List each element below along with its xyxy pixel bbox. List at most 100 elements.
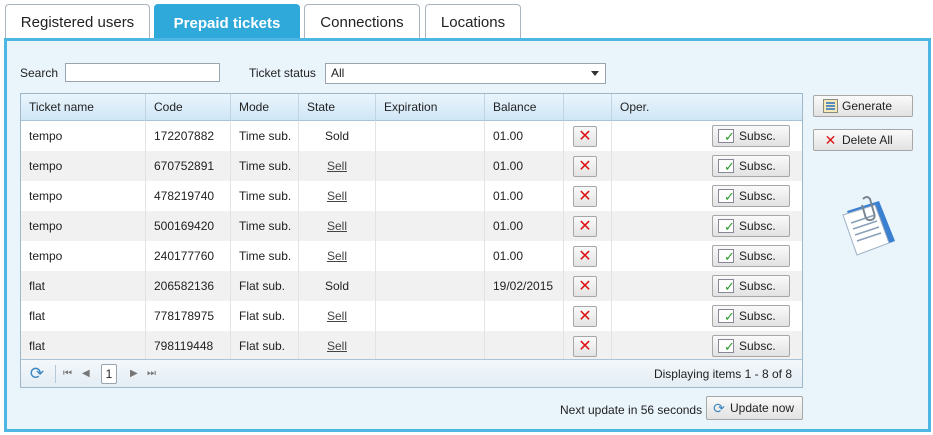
cell-expiration	[376, 301, 485, 331]
cell-balance: 01.00	[485, 211, 564, 241]
cell-name: tempo	[21, 121, 146, 151]
subscribe-label: Subsc.	[739, 219, 776, 233]
cell-mode: Time sub.	[231, 241, 299, 271]
ticket-status-label: Ticket status	[249, 66, 316, 80]
subscribe-button[interactable]: Subsc.	[712, 305, 790, 327]
sell-link[interactable]: Sell	[327, 309, 347, 323]
ticket-status-select[interactable]: All	[325, 63, 606, 84]
cell-code: 670752891	[146, 151, 231, 181]
delete-ticket-button[interactable]: ✕	[573, 186, 597, 207]
subscribe-label: Subsc.	[739, 159, 776, 173]
subscribe-button[interactable]: Subsc.	[712, 185, 790, 207]
sell-link[interactable]: Sell	[327, 249, 347, 263]
table-row: flat206582136Flat sub.Sold 19/02/2015 ✕ Sub…	[21, 271, 802, 301]
tab-locations[interactable]: Locations	[425, 4, 521, 40]
cell-code: 778178975	[146, 301, 231, 331]
cell-code: 478219740	[146, 181, 231, 211]
cell-oper: Subsc.	[612, 271, 804, 301]
subscribe-button[interactable]: Subsc.	[712, 275, 790, 297]
table-row: tempo240177760Time sub. Sell 01.00 ✕ Subsc.	[21, 241, 802, 271]
cell-state: Sold	[299, 121, 376, 151]
generate-ticket-icon	[823, 99, 838, 113]
cell-mode: Time sub.	[231, 151, 299, 181]
subscribe-check-icon	[718, 307, 735, 327]
table-row: tempo172207882Time sub.Sold 01.00 ✕ Subsc.	[21, 121, 802, 151]
column-header-code[interactable]: Code	[146, 94, 231, 121]
cell-oper: Subsc.	[612, 151, 804, 181]
chevron-down-icon	[591, 71, 599, 76]
first-page-icon[interactable]: ⏮	[63, 366, 72, 382]
delete-x-icon: ✕	[578, 127, 592, 145]
tab-registered-users[interactable]: Registered users	[5, 4, 150, 40]
column-header-ticket-name[interactable]: Ticket name	[21, 94, 146, 121]
column-header-expiration[interactable]: Expiration	[376, 94, 485, 121]
generate-button[interactable]: Generate	[813, 95, 913, 117]
subscribe-button[interactable]: Subsc.	[712, 125, 790, 147]
sell-link[interactable]: Sell	[327, 189, 347, 203]
delete-ticket-button[interactable]: ✕	[573, 336, 597, 357]
delete-ticket-button[interactable]: ✕	[573, 216, 597, 237]
column-header-mode[interactable]: Mode	[231, 94, 299, 121]
cell-delete: ✕	[564, 181, 612, 211]
cell-oper: Subsc.	[612, 331, 804, 361]
cell-name: tempo	[21, 211, 146, 241]
update-now-button[interactable]: ⟳ Update now	[706, 396, 803, 420]
sell-link[interactable]: Sell	[327, 339, 347, 353]
cell-expiration	[376, 151, 485, 181]
tab-prepaid-tickets[interactable]: Prepaid tickets	[154, 4, 300, 41]
subscribe-button[interactable]: Subsc.	[712, 335, 790, 357]
delete-ticket-button[interactable]: ✕	[573, 306, 597, 327]
table-row: tempo478219740Time sub. Sell 01.00 ✕ Subsc.	[21, 181, 802, 211]
cell-expiration	[376, 241, 485, 271]
last-page-icon[interactable]: ⏭	[147, 366, 156, 382]
cell-balance: 01.00	[485, 181, 564, 211]
delete-ticket-button[interactable]: ✕	[573, 276, 597, 297]
delete-all-button[interactable]: ✕ Delete All	[813, 129, 913, 151]
cell-code: 240177760	[146, 241, 231, 271]
cell-expiration	[376, 181, 485, 211]
cell-mode: Time sub.	[231, 211, 299, 241]
subscribe-label: Subsc.	[739, 279, 776, 293]
column-header-state[interactable]: State	[299, 94, 376, 121]
delete-x-icon: ✕	[824, 132, 837, 148]
delete-x-icon: ✕	[578, 247, 592, 265]
cell-state: Sold	[299, 271, 376, 301]
cell-state: Sell	[299, 181, 376, 211]
cell-delete: ✕	[564, 241, 612, 271]
sell-link[interactable]: Sell	[327, 219, 347, 233]
cell-balance	[485, 331, 564, 361]
page-number-input[interactable]: 1	[101, 364, 117, 384]
delete-ticket-button[interactable]: ✕	[573, 246, 597, 267]
delete-ticket-button[interactable]: ✕	[573, 156, 597, 177]
delete-x-icon: ✕	[578, 157, 592, 175]
subscribe-label: Subsc.	[739, 249, 776, 263]
prev-page-icon[interactable]: ◀	[82, 366, 90, 382]
cell-oper: Subsc.	[612, 121, 804, 151]
column-header-balance[interactable]: Balance	[485, 94, 564, 121]
cell-state: Sell	[299, 301, 376, 331]
next-update-text: Next update in 56 seconds	[560, 403, 703, 417]
refresh-icon: ⟳	[713, 400, 725, 416]
cell-name: tempo	[21, 181, 146, 211]
search-input[interactable]	[65, 63, 220, 82]
tab-connections[interactable]: Connections	[304, 4, 420, 40]
search-label: Search	[20, 66, 59, 80]
table-row: flat798119448Flat sub. Sell ✕ Subsc.	[21, 331, 802, 361]
cell-oper: Subsc.	[612, 181, 804, 211]
next-page-icon[interactable]: ▶	[130, 366, 138, 382]
subscribe-button[interactable]: Subsc.	[712, 215, 790, 237]
cell-mode: Time sub.	[231, 121, 299, 151]
subscribe-button[interactable]: Subsc.	[712, 245, 790, 267]
subscribe-check-icon	[718, 217, 735, 237]
delete-ticket-button[interactable]: ✕	[573, 126, 597, 147]
cell-balance	[485, 301, 564, 331]
cell-balance: 01.00	[485, 151, 564, 181]
subscribe-button[interactable]: Subsc.	[712, 155, 790, 177]
cell-delete: ✕	[564, 121, 612, 151]
table-row: tempo670752891Time sub. Sell 01.00 ✕ Subsc.	[21, 151, 802, 181]
sell-link[interactable]: Sell	[327, 159, 347, 173]
refresh-icon[interactable]: ⟳	[27, 364, 47, 384]
cell-delete: ✕	[564, 331, 612, 361]
table-row: flat778178975Flat sub. Sell ✕ Subsc.	[21, 301, 802, 331]
cell-oper: Subsc.	[612, 241, 804, 271]
